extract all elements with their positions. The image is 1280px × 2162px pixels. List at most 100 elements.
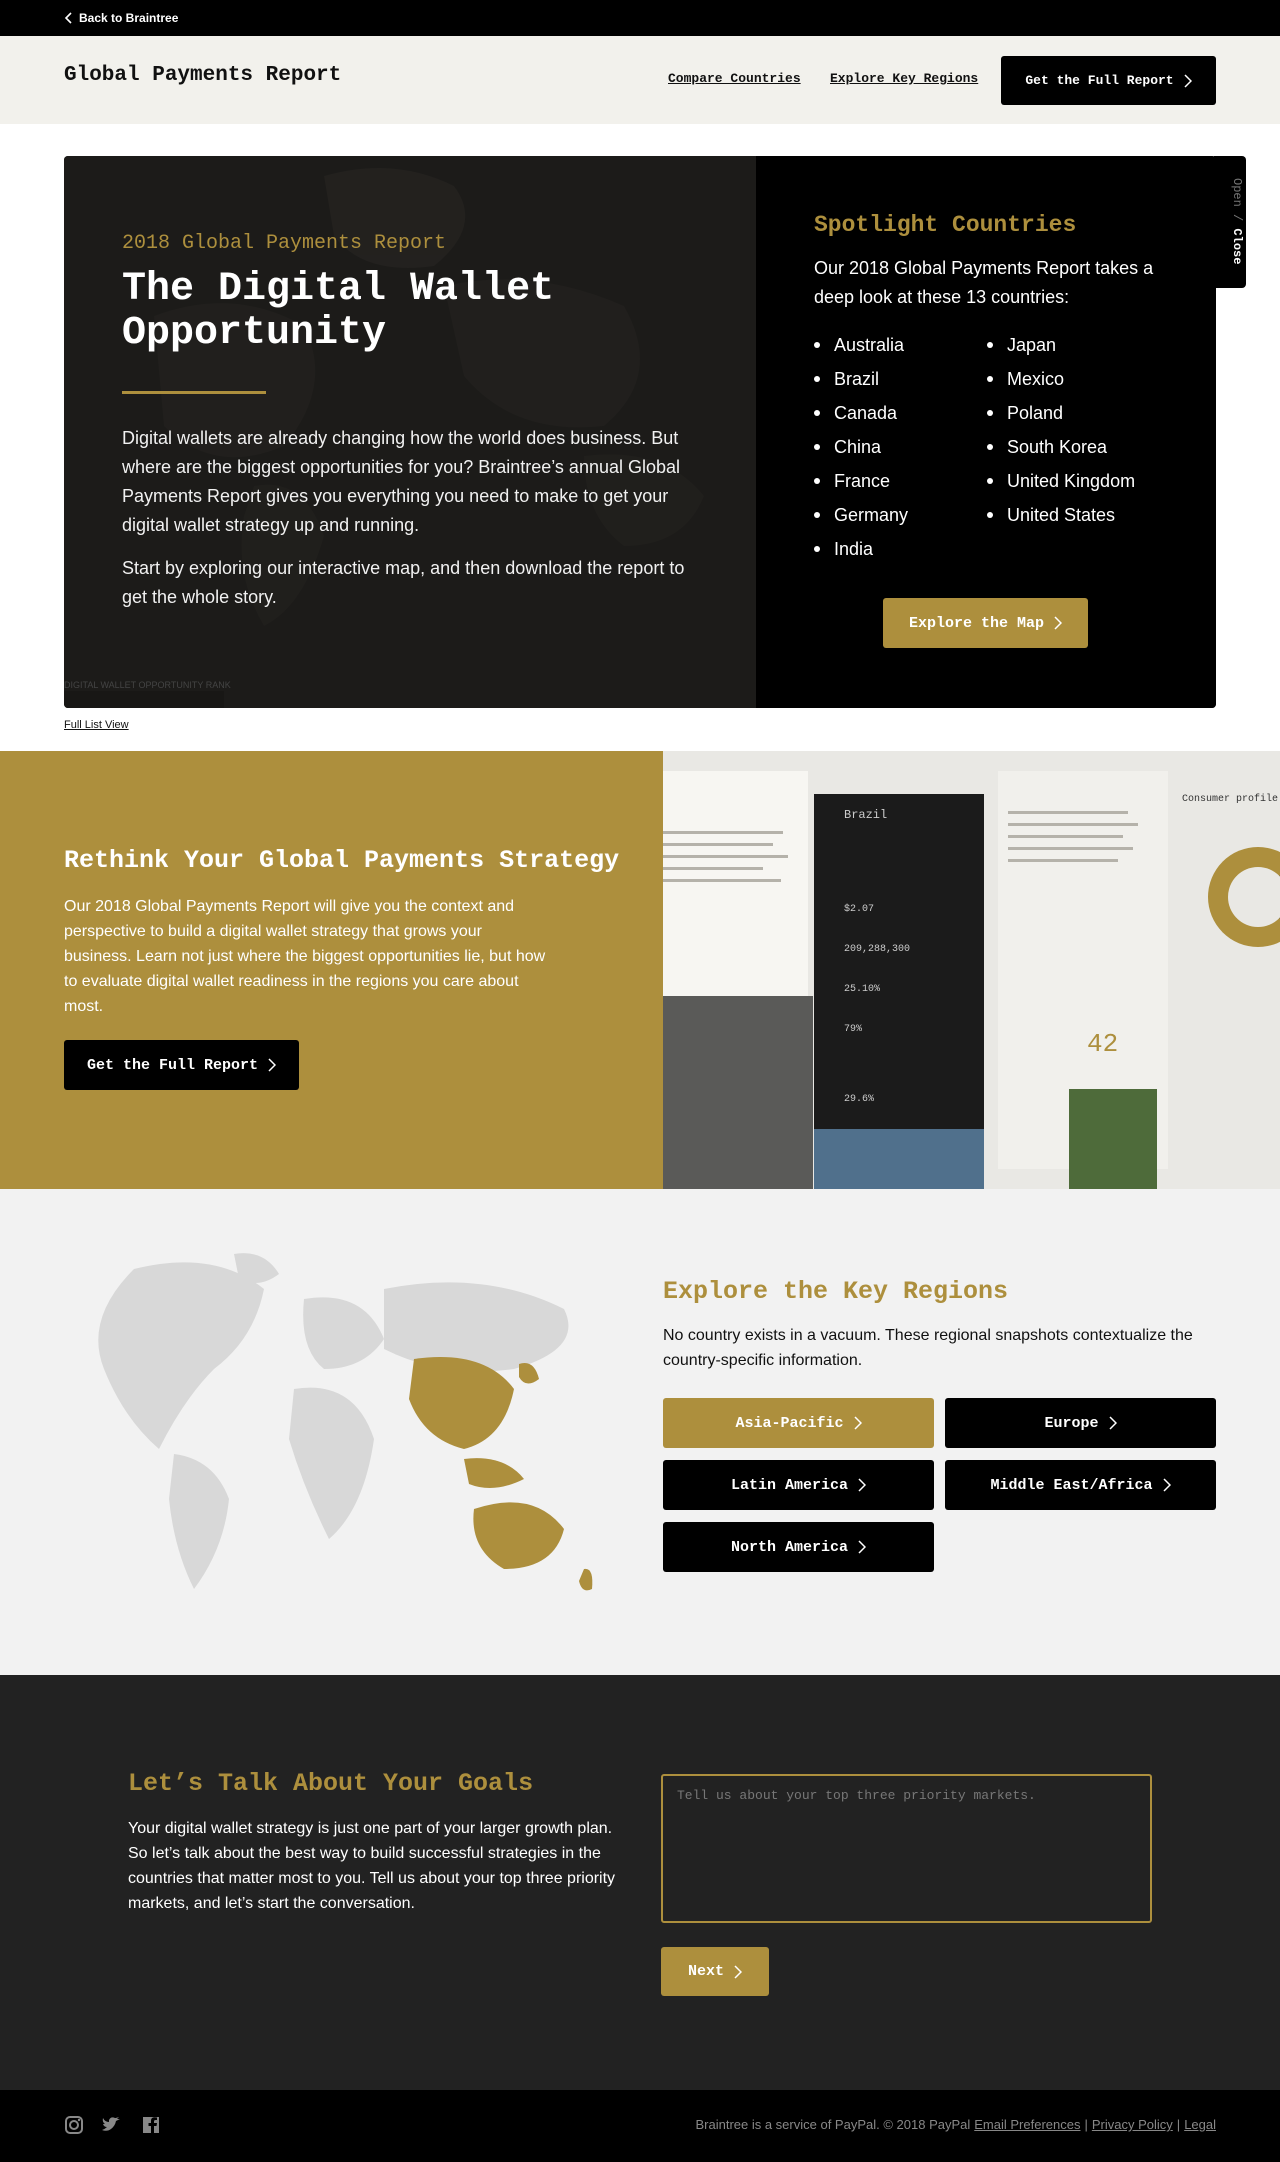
hero-intro: 2018 Global Payments Report The Digital … — [64, 156, 756, 708]
report-preview-image: Brazil $2.07 209,288,300 25.10% 79% 29.6… — [663, 751, 1280, 1189]
region-label: Asia-Pacific — [735, 1414, 844, 1432]
get-full-report-button[interactable]: Get the Full Report — [1001, 56, 1216, 105]
country-item: Poland — [987, 396, 1135, 430]
toggle-separator: / — [1230, 206, 1244, 229]
preview-text-line — [663, 855, 788, 858]
strategy-report-label: Get the Full Report — [86, 1056, 259, 1074]
privacy-policy-link[interactable]: Privacy Policy — [1092, 2117, 1173, 2132]
country-list-left: Australia Brazil Canada China France Ger… — [814, 328, 908, 566]
chevron-right-icon — [1054, 616, 1063, 630]
region-north-america-button[interactable]: North America — [663, 1522, 934, 1572]
chevron-right-icon — [858, 1478, 867, 1492]
footer-copyright: Braintree is a service of PayPal. © 2018… — [695, 2117, 971, 2132]
chevron-right-icon — [1108, 1416, 1117, 1430]
strategy-report-button[interactable]: Get the Full Report — [64, 1040, 299, 1090]
chevron-right-icon — [734, 1964, 742, 1979]
region-label: Middle East/Africa — [990, 1476, 1153, 1494]
footer-separator: | — [1176, 2117, 1181, 2132]
chevron-right-icon — [853, 1416, 862, 1430]
chevron-right-icon — [1184, 73, 1192, 88]
world-map[interactable] — [64, 1249, 624, 1609]
region-label: North America — [730, 1538, 849, 1556]
preview-donut-chart — [1208, 847, 1280, 947]
back-to-braintree-link[interactable]: Back to Braintree — [64, 0, 178, 36]
contact-title: Let’s Talk About Your Goals — [128, 1769, 534, 1798]
spotlight-title: Spotlight Countries — [814, 212, 1077, 238]
next-button[interactable]: Next — [661, 1947, 769, 1996]
preview-text-line — [663, 843, 773, 846]
region-middle-east-africa-button[interactable]: Middle East/Africa — [945, 1460, 1216, 1510]
preview-city-photo — [814, 1129, 984, 1189]
priority-markets-input[interactable] — [661, 1774, 1152, 1923]
nav-explore-key-regions[interactable]: Explore Key Regions — [830, 71, 978, 86]
strategy-section: Rethink Your Global Payments Strategy Ou… — [0, 751, 663, 1189]
next-label: Next — [687, 1963, 724, 1980]
region-label: Europe — [1044, 1414, 1099, 1432]
email-preferences-link[interactable]: Email Preferences — [974, 2117, 1080, 2132]
footer-separator: | — [1084, 2117, 1088, 2132]
strategy-text: Our 2018 Global Payments Report will giv… — [64, 898, 546, 1015]
site-header: Global Payments Report Compare Countries… — [0, 36, 1280, 124]
country-item: India — [814, 532, 908, 566]
hero-paragraph-1: Digital wallets are already changing how… — [122, 428, 681, 535]
preview-stat: $2.07 — [844, 904, 875, 915]
country-list-right: Japan Mexico Poland South Korea United K… — [987, 328, 1135, 532]
hero-paragraph-2: Start by exploring our interactive map, … — [122, 558, 685, 607]
strategy-title: Rethink Your Global Payments Strategy — [64, 846, 620, 875]
hero-divider — [122, 391, 266, 394]
explore-map-button[interactable]: Explore the Map — [883, 598, 1088, 648]
region-latin-america-button[interactable]: Latin America — [663, 1460, 934, 1510]
hero-title: The Digital Wallet Opportunity — [122, 267, 555, 356]
preview-stat: 79% — [844, 1024, 863, 1035]
spotlight-description: Our 2018 Global Payments Report takes a … — [814, 258, 1154, 307]
regions-section: Explore the Key Regions No country exist… — [0, 1189, 1280, 1675]
chevron-left-icon — [64, 12, 72, 24]
preview-text-line — [663, 879, 781, 882]
regions-title: Explore the Key Regions — [663, 1277, 1009, 1306]
chevron-right-icon — [268, 1058, 277, 1072]
footer-legal: Braintree is a service of PayPal. © 2018… — [695, 2117, 1216, 2132]
region-asia-pacific-button[interactable]: Asia-Pacific — [663, 1398, 934, 1448]
country-item: France — [814, 464, 908, 498]
preview-text-line — [1008, 847, 1133, 850]
hero-kicker: 2018 Global Payments Report — [122, 232, 447, 255]
chevron-right-icon — [1162, 1478, 1171, 1492]
site-title[interactable]: Global Payments Report — [64, 64, 341, 87]
country-item: United States — [987, 498, 1135, 532]
preview-portrait-photo — [663, 996, 813, 1189]
toggle-close[interactable]: Close — [1230, 228, 1244, 264]
contact-text: Your digital wallet strategy is just one… — [128, 1820, 616, 1912]
chevron-right-icon — [858, 1540, 867, 1554]
region-label: Latin America — [730, 1476, 849, 1494]
preview-country-card: Brazil $2.07 209,288,300 25.10% 79% 29.6… — [814, 794, 984, 1129]
country-item: Brazil — [814, 362, 908, 396]
preview-text-line — [1008, 811, 1128, 814]
hero-panel: 2018 Global Payments Report The Digital … — [64, 156, 1216, 708]
map-caption: DIGITAL WALLET OPPORTUNITY RANK — [64, 680, 231, 690]
preview-nature-photo — [1069, 1089, 1157, 1189]
full-list-view-link[interactable]: Full List View — [64, 719, 129, 731]
preview-stat: 209,288,300 — [844, 944, 911, 955]
toggle-label: Open / Close — [1230, 178, 1244, 264]
spotlight-panel: Spotlight Countries Our 2018 Global Paym… — [756, 156, 1216, 708]
back-link-label: Back to Braintree — [79, 11, 179, 25]
region-europe-button[interactable]: Europe — [945, 1398, 1216, 1448]
get-full-report-label: Get the Full Report — [1025, 73, 1174, 88]
country-item: China — [814, 430, 908, 464]
explore-map-label: Explore the Map — [908, 614, 1045, 632]
site-footer: Braintree is a service of PayPal. © 2018… — [0, 2090, 1280, 2162]
regions-description: No country exists in a vacuum. These reg… — [663, 1327, 1193, 1369]
preview-text-line — [1008, 859, 1118, 862]
twitter-icon[interactable] — [101, 2115, 121, 2135]
legal-link[interactable]: Legal — [1184, 2117, 1216, 2132]
instagram-icon[interactable] — [64, 2115, 84, 2135]
preview-stat: 29.6% — [844, 1094, 875, 1105]
country-item: Australia — [814, 328, 908, 362]
toggle-open[interactable]: Open — [1230, 178, 1244, 207]
facebook-icon[interactable] — [141, 2115, 161, 2135]
asia-pacific-highlight — [409, 1357, 593, 1591]
panel-toggle-tab[interactable]: Open / Close — [1214, 156, 1246, 288]
contact-section: Let’s Talk About Your Goals Your digital… — [0, 1675, 1280, 2090]
preview-text-line — [663, 831, 783, 834]
nav-compare-countries[interactable]: Compare Countries — [668, 71, 801, 86]
